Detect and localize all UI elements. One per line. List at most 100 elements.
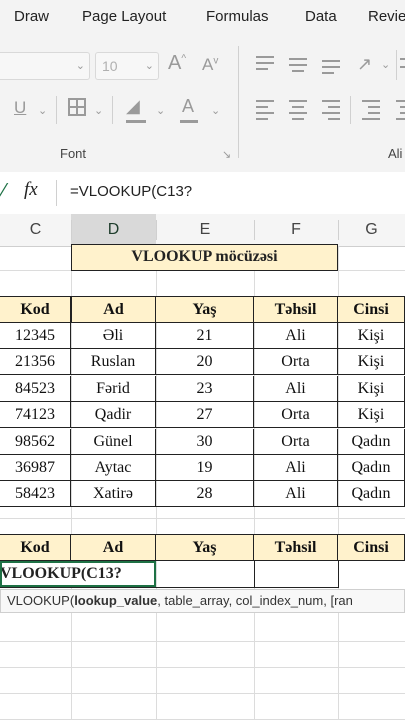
enter-check-icon[interactable]: ⁄ <box>2 180 5 201</box>
ribbon-tab-bar: Draw Page Layout Formulas Data Revie <box>0 0 405 36</box>
cell-tehsil[interactable]: Orta <box>254 349 338 376</box>
cell-cinsi[interactable]: Kişi <box>338 375 405 402</box>
chevron-down-icon: ⌄ <box>144 59 154 72</box>
cell-kod[interactable]: 12345 <box>0 323 71 349</box>
formula-input[interactable]: =VLOOKUP(C13? <box>70 183 192 200</box>
gridline <box>0 518 405 519</box>
cell-kod[interactable]: 36987 <box>0 455 71 481</box>
separator <box>254 220 255 240</box>
lookup-header-cell-ad[interactable]: Ad <box>71 535 156 561</box>
gridline <box>0 641 405 642</box>
cell-yas[interactable]: 27 <box>156 402 254 429</box>
tooltip-active-arg: lookup_value <box>74 593 158 608</box>
formula-bar: ⁄ fx =VLOOKUP(C13? <box>0 172 405 215</box>
cell-ad[interactable]: Qadir <box>71 402 156 429</box>
column-header-f[interactable]: F <box>254 214 338 246</box>
separator <box>56 96 57 124</box>
cell-ad[interactable]: Aytac <box>71 455 156 481</box>
dialog-launcher-icon[interactable]: ↘ <box>222 148 231 161</box>
chevron-down-icon: ⌄ <box>75 59 85 72</box>
chevron-down-icon: ⌄ <box>211 104 221 117</box>
fill-color-bar <box>126 120 146 123</box>
alignment-group-label: Ali <box>388 146 403 161</box>
caret-down-icon: v <box>213 55 219 67</box>
separator <box>396 50 397 80</box>
cell-yas[interactable]: 19 <box>156 455 254 481</box>
header-cell-cinsi[interactable]: Cinsi <box>338 297 405 323</box>
lookup-header-cell-yas[interactable]: Yaş <box>156 535 254 561</box>
column-header-g[interactable]: G <box>338 214 405 246</box>
table-border <box>0 587 338 588</box>
cell-cinsi[interactable]: Kişi <box>338 349 405 376</box>
cell-ad[interactable]: Xatirə <box>71 481 156 508</box>
shrink-font-button[interactable]: Av <box>202 55 218 75</box>
lookup-header-cell-cinsi[interactable]: Cinsi <box>338 535 405 561</box>
editing-cell[interactable]: VLOOKUP(C13? <box>0 561 156 587</box>
cell-ad[interactable]: Əli <box>71 323 156 349</box>
orientation-icon[interactable]: ↗ <box>357 54 372 75</box>
tab-page-layout[interactable]: Page Layout <box>82 8 166 25</box>
cell-ad[interactable]: Günel <box>71 428 156 455</box>
separator <box>112 96 113 124</box>
cell-ad[interactable]: Ruslan <box>71 349 156 376</box>
editing-cell-text: VLOOKUP(C13? <box>0 565 122 582</box>
cell-kod[interactable]: 98562 <box>0 428 71 455</box>
font-group-label: Font <box>60 146 87 161</box>
column-header-d[interactable]: D <box>71 214 156 246</box>
sheet-grid[interactable]: VLOOKUP möcüzəsi Kod Ad Yaş Təhsil Cinsi 1234… <box>0 244 405 720</box>
cell-cinsi[interactable]: Kişi <box>338 402 405 429</box>
grow-font-button[interactable]: A^ <box>168 52 186 75</box>
cell-yas[interactable]: 21 <box>156 323 254 349</box>
table-border <box>0 296 405 297</box>
tooltip-rest: , table_array, col_index_num, [ran <box>157 593 353 608</box>
borders-icon[interactable] <box>68 98 86 116</box>
font-name-dropdown[interactable]: ⌄ <box>0 52 90 80</box>
cell-tehsil[interactable]: Ali <box>254 323 338 349</box>
cell-tehsil[interactable]: Ali <box>254 455 338 481</box>
cell-tehsil[interactable]: Ali <box>254 481 338 508</box>
tooltip-func: VLOOKUP( <box>7 593 75 608</box>
header-cell-ad[interactable]: Ad <box>71 297 156 323</box>
tab-review[interactable]: Revie <box>368 8 405 25</box>
font-color-bar <box>180 120 198 123</box>
cell-yas[interactable]: 28 <box>156 481 254 508</box>
font-size-dropdown[interactable]: 10 ⌄ <box>95 52 159 80</box>
cell-tehsil[interactable]: Orta <box>254 402 338 429</box>
insert-function-button[interactable]: fx <box>24 179 38 201</box>
separator <box>56 180 57 206</box>
lookup-header-cell-tehsil[interactable]: Təhsil <box>254 535 338 561</box>
cell-cinsi[interactable]: Qadın <box>338 481 405 508</box>
cell-ad[interactable]: Fərid <box>71 375 156 402</box>
underline-button[interactable]: U <box>14 98 26 118</box>
cell-tehsil[interactable]: Ali <box>254 375 338 402</box>
font-color-button[interactable]: A <box>182 96 194 117</box>
cell-yas[interactable]: 23 <box>156 375 254 402</box>
function-tooltip[interactable]: VLOOKUP(lookup_value, table_array, col_i… <box>0 589 405 613</box>
lookup-header-cell-kod[interactable]: Kod <box>0 535 71 561</box>
cell-yas[interactable]: 20 <box>156 349 254 376</box>
cell-cinsi[interactable]: Qadın <box>338 428 405 455</box>
caret-up-icon: ^ <box>181 53 187 65</box>
column-header-c[interactable]: C <box>0 214 71 246</box>
separator <box>156 220 157 240</box>
cell-kod[interactable]: 84523 <box>0 375 71 402</box>
cell-kod[interactable]: 58423 <box>0 481 71 508</box>
tab-draw[interactable]: Draw <box>14 8 49 25</box>
tab-data[interactable]: Data <box>305 8 337 25</box>
column-header-e[interactable]: E <box>156 214 254 246</box>
cell-tehsil[interactable]: Orta <box>254 428 338 455</box>
header-cell-yas[interactable]: Yaş <box>156 297 254 323</box>
separator <box>71 220 72 240</box>
cell-cinsi[interactable]: Qadın <box>338 455 405 481</box>
font-size-value: 10 <box>102 58 118 74</box>
cell-kod[interactable]: 21356 <box>0 349 71 376</box>
sheet-title[interactable]: VLOOKUP möcüzəsi <box>71 244 338 271</box>
tab-formulas[interactable]: Formulas <box>206 8 269 25</box>
table-border <box>338 561 339 588</box>
header-cell-tehsil[interactable]: Təhsil <box>254 297 338 323</box>
header-cell-kod[interactable]: Kod <box>0 297 71 323</box>
cell-kod[interactable]: 74123 <box>0 402 71 429</box>
cell-yas[interactable]: 30 <box>156 428 254 455</box>
cell-cinsi[interactable]: Kişi <box>338 323 405 349</box>
fill-color-icon[interactable]: ◢ <box>126 96 140 117</box>
